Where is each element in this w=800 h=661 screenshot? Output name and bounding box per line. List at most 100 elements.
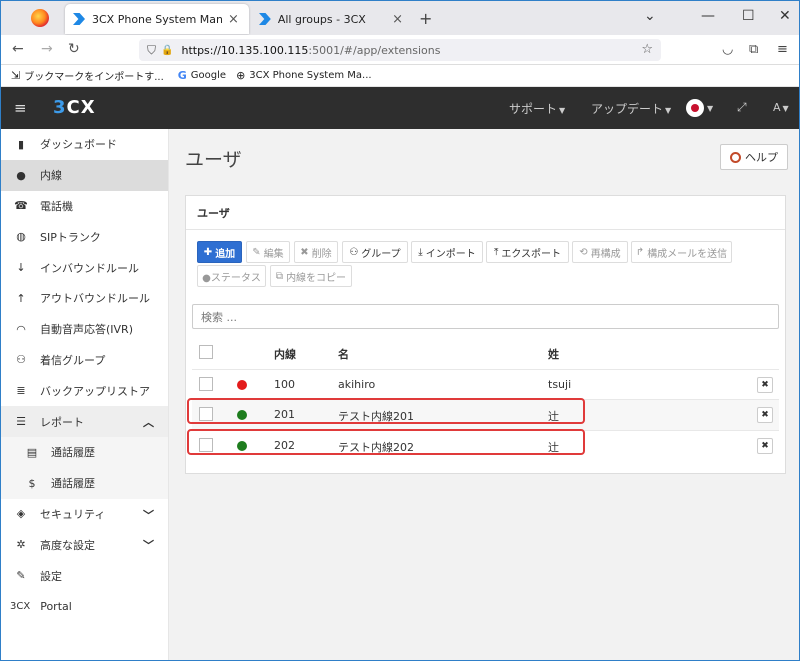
pocket-icon[interactable]: ◡ <box>722 42 733 57</box>
sidebar-item-label: 着信グループ <box>40 353 106 367</box>
plus-icon: ✚ <box>203 246 213 258</box>
status-button[interactable]: ●ステータス <box>197 265 266 287</box>
table-row[interactable]: 202 テスト内線202 辻 ✖ <box>192 429 779 461</box>
sidebar-item-label: 自動音声応答(IVR) <box>40 323 133 337</box>
bookmark-star-icon[interactable]: ☆ <box>641 42 653 57</box>
sidebar-item-call-cost[interactable]: $ 通話履歴 <box>1 467 168 499</box>
add-button[interactable]: ✚ 追加 <box>197 241 242 263</box>
tab-list-icon[interactable]: ⌄ <box>644 8 656 24</box>
cell-last-name: 辻 <box>548 410 559 423</box>
database-icon: ≣ <box>16 384 26 398</box>
extensions-icon[interactable]: ⧉ <box>749 42 758 57</box>
tab-close-icon[interactable]: × <box>228 12 239 27</box>
sidebar-item-outbound-rules[interactable]: ↑ アウトバウンドルール <box>1 283 168 314</box>
forward-icon[interactable]: → <box>41 41 53 57</box>
bookmark-google[interactable]: G Google <box>178 69 226 82</box>
minimize-icon[interactable]: — <box>701 8 715 24</box>
table-row[interactable]: 100 akihiro tsuji ✖ <box>192 368 779 400</box>
browser-tabbar: 3CX Phone System Management × All groups… <box>1 1 799 35</box>
chevron-down-icon[interactable]: ▼ <box>707 104 713 113</box>
chevron-down-icon: ﹀ <box>143 508 154 522</box>
status-dot-icon <box>237 379 247 390</box>
search-input[interactable]: 検索 ... <box>192 304 779 329</box>
cell-first-name: テスト内線201 <box>338 410 414 423</box>
import-icon: ⇲ <box>11 69 21 82</box>
sidebar-item-dashboard[interactable]: ▮ ダッシュボード <box>1 129 168 160</box>
sidebar-item-reports[interactable]: ☰ レポート ︿ <box>1 406 168 437</box>
cell-first-name: akihiro <box>338 377 376 391</box>
sidebar-item-advanced[interactable]: ✲ 高度な設定 ﹀ <box>1 529 168 560</box>
row-checkbox[interactable] <box>199 437 213 452</box>
menu-icon[interactable]: ≡ <box>777 42 788 57</box>
hamburger-menu-icon[interactable]: ≡ <box>14 99 27 117</box>
import-button[interactable]: ⤓ インポート <box>411 241 483 263</box>
select-all-checkbox[interactable] <box>199 345 213 359</box>
sidebar-item-security[interactable]: ◈ セキュリティ ﹀ <box>1 499 168 530</box>
sidebar-item-settings[interactable]: ✎ 設定 <box>1 560 168 591</box>
bookmark-label: ブックマークをインポートす... <box>24 72 164 83</box>
sidebar-item-phones[interactable]: ☎ 電話機 <box>1 191 168 222</box>
arrow-down-icon: ↓ <box>16 261 26 275</box>
sidebar-item-sip-trunks[interactable]: ◍ SIPトランク <box>1 221 168 252</box>
row-delete-icon[interactable]: ✖ <box>757 407 773 423</box>
lock-icon[interactable]: 🔒 <box>161 45 173 56</box>
sidebar: ▮ ダッシュボード ● 内線 ☎ 電話機 ◍ SIPトランク ↓ インバウンドルール ↑ ア… <box>1 129 169 660</box>
row-delete-icon[interactable]: ✖ <box>757 376 773 393</box>
copy-icon: ⧉ <box>275 270 284 282</box>
user-menu[interactable]: A ▼ <box>773 101 789 114</box>
update-menu[interactable]: アップデート ▼ <box>591 100 671 117</box>
fullscreen-icon[interactable]: ⤢ <box>737 100 747 115</box>
export-button[interactable]: ⤒ エクスポート <box>486 241 569 263</box>
users-icon: ⚇ <box>16 353 26 367</box>
firefox-icon[interactable] <box>31 9 49 27</box>
row-checkbox[interactable] <box>199 407 213 421</box>
cell-extension: 202 <box>274 438 295 452</box>
reprovision-button[interactable]: ⟲ 再構成 <box>572 241 628 263</box>
sidebar-item-ring-groups[interactable]: ⚇ 着信グループ <box>1 345 168 376</box>
edit-button[interactable]: ✎ 編集 <box>246 241 290 263</box>
reload-icon[interactable]: ↻ <box>68 41 80 57</box>
row-checkbox[interactable] <box>199 376 213 391</box>
support-menu[interactable]: サポート ▼ <box>509 100 565 117</box>
tab-3cx-management[interactable]: 3CX Phone System Management × <box>65 4 249 34</box>
maximize-icon[interactable]: ☐ <box>742 8 755 24</box>
sidebar-item-portal[interactable]: 3CX Portal <box>1 591 168 622</box>
sidebar-item-call-log[interactable]: ▤ 通話履歴 <box>1 436 168 468</box>
table-header-row: 内線 名 姓 <box>192 338 779 369</box>
gear-icon: ✲ <box>16 538 26 552</box>
sidebar-item-extensions[interactable]: ● 内線 <box>1 159 168 191</box>
row-delete-icon[interactable]: ✖ <box>757 437 773 454</box>
sidebar-item-label: SIPトランク <box>40 230 101 244</box>
column-header-extension[interactable]: 内線 <box>274 346 296 362</box>
language-flag-icon[interactable] <box>686 99 704 117</box>
sidebar-item-backup[interactable]: ≣ バックアップリストア <box>1 375 168 406</box>
bookmark-3cx[interactable]: ⊕ 3CX Phone System Ma... <box>236 69 372 82</box>
address-bar[interactable]: ⛉ 🔒 https://10.135.100.115:5001/#/app/ex… <box>139 39 661 61</box>
column-header-last-name[interactable]: 姓 <box>548 346 559 362</box>
sidebar-item-label: 内線 <box>40 169 62 183</box>
sidebar-item-ivr[interactable]: ◠ 自動音声応答(IVR) <box>1 314 168 345</box>
column-header-first-name[interactable]: 名 <box>338 346 349 362</box>
sidebar-item-label: レポート <box>40 415 84 429</box>
cell-last-name: 辻 <box>548 440 559 454</box>
send-config-button[interactable]: ↱ 構成メールを送信 <box>631 241 732 263</box>
delete-button[interactable]: ✖ 削除 <box>294 241 338 263</box>
shield-icon[interactable]: ⛉ <box>147 43 156 58</box>
dollar-icon: $ <box>28 476 36 490</box>
sidebar-item-inbound-rules[interactable]: ↓ インバウンドルール <box>1 252 168 283</box>
back-icon[interactable]: ← <box>12 41 24 57</box>
bookmark-import[interactable]: ⇲ ブックマークをインポートす... <box>11 68 164 83</box>
group-button[interactable]: ⚇ グループ <box>342 241 408 263</box>
tab-all-groups[interactable]: All groups - 3CX × <box>251 4 411 34</box>
copy-extension-button[interactable]: ⧉ 内線をコピー <box>270 265 352 287</box>
wrench-icon: ✎ <box>16 569 26 583</box>
bookmarks-bar: ⇲ ブックマークをインポートす... G Google ⊕ 3CX Phone … <box>1 65 799 87</box>
document-icon: ▤ <box>26 445 38 459</box>
cell-first-name: テスト内線202 <box>338 440 414 454</box>
tab-close-icon[interactable]: × <box>392 12 403 27</box>
table-row[interactable]: 201 テスト内線201 辻 ✖ <box>192 399 779 430</box>
cell-last-name: tsuji <box>548 377 572 391</box>
window-close-icon[interactable]: ✕ <box>779 8 791 24</box>
new-tab-button[interactable]: + <box>419 9 432 28</box>
help-button[interactable]: ヘルプ <box>720 144 788 170</box>
